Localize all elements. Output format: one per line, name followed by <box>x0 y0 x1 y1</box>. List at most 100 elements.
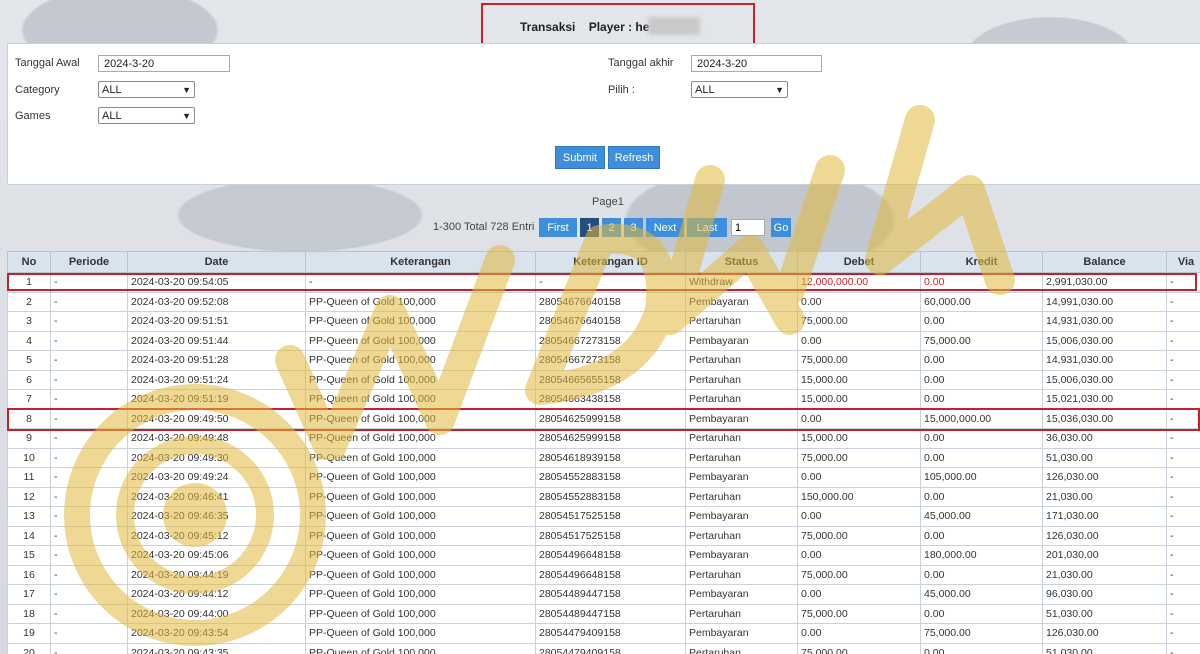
cell-no: 20 <box>7 642 51 654</box>
table-row[interactable]: 16-2024-03-20 09:44:19 PP-Queen of Gold 1… <box>7 564 1200 585</box>
cell-via: - <box>1166 272 1200 293</box>
table-row[interactable]: 3-2024-03-20 09:51:51 PP-Queen of Gold 10… <box>7 311 1200 332</box>
cell-kredit: 0.00 <box>920 311 1043 332</box>
refresh-button[interactable]: Refresh <box>608 146 660 169</box>
cell-keterangan: PP-Queen of Gold 100,000 <box>305 408 536 429</box>
table-row[interactable]: 20-2024-03-20 09:43:35 PP-Queen of Gold 1… <box>7 642 1200 654</box>
category-select-value: ALL <box>102 83 122 96</box>
cell-balance: 2,991,030.00 <box>1042 272 1167 293</box>
cell-no: 14 <box>7 525 51 546</box>
cell-date: 2024-03-20 09:44:00 <box>127 603 306 624</box>
cell-debet: 0.00 <box>797 623 921 644</box>
player-name-redaction <box>648 17 700 35</box>
cell-no: 13 <box>7 506 51 527</box>
cell-keterangan: PP-Queen of Gold 100,000 <box>305 467 536 488</box>
cell-date: 2024-03-20 09:51:28 <box>127 350 306 371</box>
page-indicator: Page1 <box>592 196 624 208</box>
cell-via: - <box>1166 389 1200 410</box>
cell-date: 2024-03-20 09:51:19 <box>127 389 306 410</box>
cell-keterangan-id: 28054667273158 <box>535 330 686 351</box>
tanggal-akhir-label: Tanggal akhir <box>608 57 674 69</box>
table-row[interactable]: 12-2024-03-20 09:46:41 PP-Queen of Gold 1… <box>7 486 1200 507</box>
page-button-1[interactable]: 1 <box>580 218 599 237</box>
next-page-button[interactable]: Next <box>646 218 684 237</box>
filter-panel: Tanggal Awal Tanggal akhir Category ALL … <box>7 43 1200 185</box>
cell-keterangan-id: 28054517525158 <box>535 506 686 527</box>
cell-keterangan-id: 28054552883158 <box>535 467 686 488</box>
cell-keterangan: PP-Queen of Gold 100,000 <box>305 311 536 332</box>
cell-status: Pertaruhan <box>685 369 798 390</box>
cell-keterangan: PP-Queen of Gold 100,000 <box>305 584 536 605</box>
games-select[interactable]: ALL ▼ <box>98 107 195 124</box>
cell-keterangan-id: 28054517525158 <box>535 525 686 546</box>
table-row[interactable]: 9-2024-03-20 09:49:48 PP-Queen of Gold 10… <box>7 428 1200 449</box>
category-select[interactable]: ALL ▼ <box>98 81 195 98</box>
table-row[interactable]: 10-2024-03-20 09:49:30 PP-Queen of Gold 1… <box>7 447 1200 468</box>
table-row[interactable]: 1-2024-03-20 09:54:05- - Withdraw 12,000,00… <box>7 272 1200 293</box>
cell-balance: 51,030.00 <box>1042 603 1167 624</box>
submit-button[interactable]: Submit <box>555 146 605 169</box>
cell-no: 15 <box>7 545 51 566</box>
table-row[interactable]: 7-2024-03-20 09:51:19 PP-Queen of Gold 10… <box>7 389 1200 410</box>
table-row[interactable]: 18-2024-03-20 09:44:00 PP-Queen of Gold 1… <box>7 603 1200 624</box>
table-row[interactable]: 17-2024-03-20 09:44:12 PP-Queen of Gold 1… <box>7 584 1200 605</box>
cell-keterangan-id: 28054479409158 <box>535 642 686 654</box>
cell-keterangan: PP-Queen of Gold 100,000 <box>305 564 536 585</box>
cell-via: - <box>1166 545 1200 566</box>
cell-periode: - <box>50 564 128 585</box>
cell-debet: 75,000.00 <box>797 525 921 546</box>
table-row[interactable]: 13-2024-03-20 09:46:35 PP-Queen of Gold 1… <box>7 506 1200 527</box>
table-row[interactable]: 2-2024-03-20 09:52:08 PP-Queen of Gold 10… <box>7 291 1200 312</box>
cell-date: 2024-03-20 09:44:12 <box>127 584 306 605</box>
table-row[interactable]: 14-2024-03-20 09:45:12 PP-Queen of Gold 1… <box>7 525 1200 546</box>
tanggal-awal-input[interactable] <box>98 55 230 72</box>
transaksi-label: Transaksi <box>520 20 576 34</box>
cell-keterangan-id: 28054496648158 <box>535 564 686 585</box>
cell-kredit: 180,000.00 <box>920 545 1043 566</box>
cell-via: - <box>1166 623 1200 644</box>
cell-keterangan-id: 28054676640158 <box>535 291 686 312</box>
cell-date: 2024-03-20 09:52:08 <box>127 291 306 312</box>
table-row[interactable]: 11-2024-03-20 09:49:24 PP-Queen of Gold 1… <box>7 467 1200 488</box>
table-row[interactable]: 8-2024-03-20 09:49:50 PP-Queen of Gold 10… <box>7 408 1200 429</box>
first-page-button[interactable]: First <box>539 218 577 237</box>
cell-no: 1 <box>7 272 51 293</box>
cell-date: 2024-03-20 09:54:05 <box>127 272 306 293</box>
cell-balance: 14,931,030.00 <box>1042 350 1167 371</box>
cell-no: 19 <box>7 623 51 644</box>
cell-balance: 51,030.00 <box>1042 447 1167 468</box>
cell-debet: 0.00 <box>797 467 921 488</box>
cell-periode: - <box>50 506 128 527</box>
cell-via: - <box>1166 408 1200 429</box>
cell-kredit: 0.00 <box>920 389 1043 410</box>
page-number-input[interactable] <box>731 219 765 236</box>
table-row[interactable]: 6-2024-03-20 09:51:24 PP-Queen of Gold 10… <box>7 369 1200 390</box>
cell-periode: - <box>50 642 128 654</box>
cell-via: - <box>1166 369 1200 390</box>
cell-debet: 75,000.00 <box>797 603 921 624</box>
table-row[interactable]: 4-2024-03-20 09:51:44 PP-Queen of Gold 10… <box>7 330 1200 351</box>
cell-keterangan-id: 28054479409158 <box>535 623 686 644</box>
table-row[interactable]: 5-2024-03-20 09:51:28 PP-Queen of Gold 10… <box>7 350 1200 371</box>
cell-keterangan-id: 28054489447158 <box>535 584 686 605</box>
cell-keterangan-id: 28054496648158 <box>535 545 686 566</box>
transactions-table: No Periode Date Keterangan Keterangan ID Stat… <box>7 251 1200 654</box>
cell-kredit: 0.00 <box>920 486 1043 507</box>
cell-periode: - <box>50 584 128 605</box>
pilih-select[interactable]: ALL ▼ <box>691 81 788 98</box>
cell-via: - <box>1166 564 1200 585</box>
table-row[interactable]: 15-2024-03-20 09:45:06 PP-Queen of Gold 1… <box>7 545 1200 566</box>
cell-keterangan-id: 28054667273158 <box>535 350 686 371</box>
cell-periode: - <box>50 545 128 566</box>
table-row[interactable]: 19-2024-03-20 09:43:54 PP-Queen of Gold 1… <box>7 623 1200 644</box>
cell-kredit: 0.00 <box>920 272 1043 293</box>
cell-date: 2024-03-20 09:49:50 <box>127 408 306 429</box>
cell-via: - <box>1166 447 1200 468</box>
page-button-3[interactable]: 3 <box>624 218 643 237</box>
page-button-2[interactable]: 2 <box>602 218 621 237</box>
cell-date: 2024-03-20 09:46:41 <box>127 486 306 507</box>
last-page-button[interactable]: Last <box>687 218 727 237</box>
tanggal-akhir-input[interactable] <box>691 55 822 72</box>
cell-keterangan-id: 28054676640158 <box>535 311 686 332</box>
go-button[interactable]: Go <box>771 218 791 237</box>
